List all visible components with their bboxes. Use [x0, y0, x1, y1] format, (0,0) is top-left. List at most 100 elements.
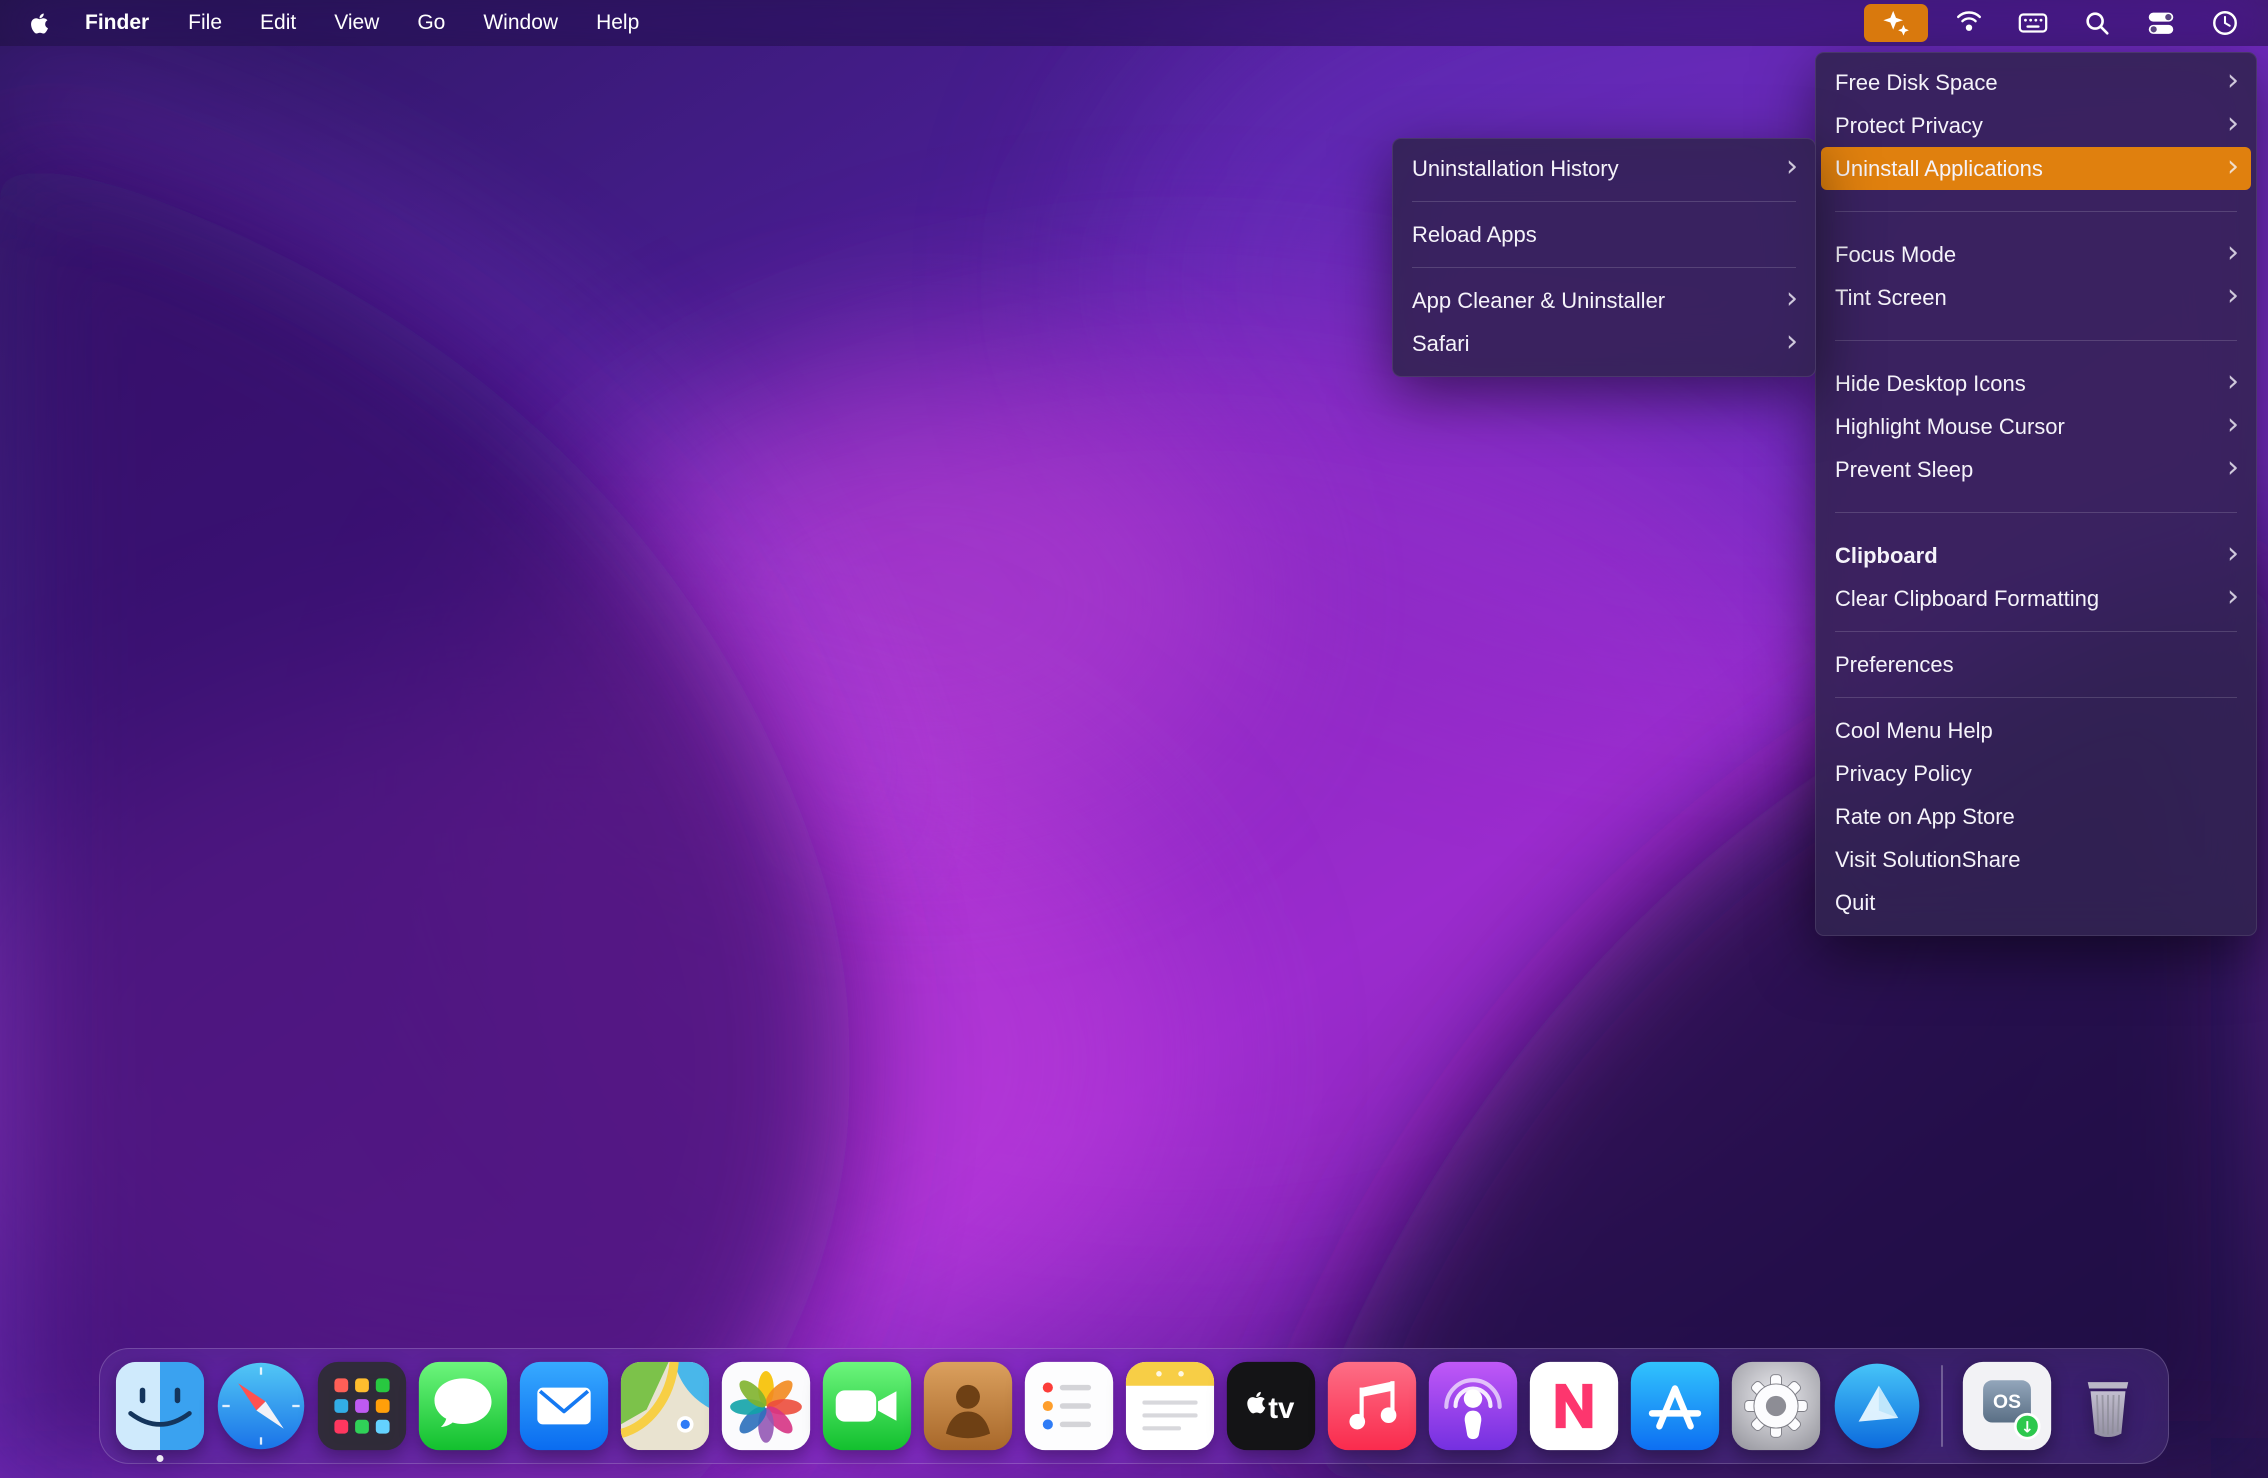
signal-icon[interactable]	[1946, 4, 1992, 42]
dock-item-settings[interactable]	[1730, 1360, 1822, 1452]
menu-item-label: Prevent Sleep	[1835, 457, 2213, 483]
menu-separator	[1835, 211, 2237, 212]
submenu-item-app-cleaner-uninstaller[interactable]: App Cleaner & Uninstaller ›	[1398, 279, 1810, 322]
chevron-right-icon: ›	[2227, 370, 2239, 394]
os-label: OS	[1993, 1392, 2021, 1413]
uninstall-submenu: Uninstallation History › Reload Apps App…	[1392, 138, 1816, 377]
macos-installer-icon: OS ↓	[1961, 1360, 2053, 1452]
magnifier-icon	[2083, 9, 2111, 37]
menu-item-clear-clipboard-formatting[interactable]: Clear Clipboard Formatting ›	[1821, 577, 2251, 620]
menu-item-label: Protect Privacy	[1835, 113, 2213, 139]
menu-bar: Finder File Edit View Go Window Help	[0, 0, 2268, 46]
dock-item-messages[interactable]	[417, 1360, 509, 1452]
podcasts-icon	[1427, 1360, 1519, 1452]
clock-icon[interactable]	[2202, 4, 2248, 42]
keyboard-glyph-icon	[2017, 8, 2049, 38]
dock-item-appstore[interactable]	[1629, 1360, 1721, 1452]
menu-item-free-disk-space[interactable]: Free Disk Space ›	[1821, 61, 2251, 104]
dock-item-reminders[interactable]	[1023, 1360, 1115, 1452]
menu-item-focus-mode[interactable]: Focus Mode ›	[1821, 233, 2251, 276]
reminders-icon	[1023, 1360, 1115, 1452]
control-center-icon[interactable]	[2138, 4, 2184, 42]
menubar-item-window[interactable]: Window	[464, 11, 577, 35]
dock-item-appletv[interactable]: tv	[1225, 1360, 1317, 1452]
keyboard-icon[interactable]	[2010, 4, 2056, 42]
dock-item-app-cleaner[interactable]	[1831, 1360, 1923, 1452]
menu-item-label: Visit SolutionShare	[1835, 847, 2239, 873]
menu-item-privacy-policy[interactable]: Privacy Policy	[1821, 752, 2251, 795]
dock-item-podcasts[interactable]	[1427, 1360, 1519, 1452]
dock-item-music[interactable]	[1326, 1360, 1418, 1452]
submenu-item-safari[interactable]: Safari ›	[1398, 322, 1810, 365]
chevron-right-icon: ›	[2227, 241, 2239, 265]
menu-item-label: Reload Apps	[1412, 222, 1798, 248]
menu-item-uninstall-applications[interactable]: Uninstall Applications ›	[1821, 147, 2251, 190]
app-dropdown-menu: Free Disk Space › Protect Privacy › Unin…	[1815, 52, 2257, 936]
menu-item-highlight-mouse-cursor[interactable]: Highlight Mouse Cursor ›	[1821, 405, 2251, 448]
dock-item-maps[interactable]	[619, 1360, 711, 1452]
menu-item-label: Highlight Mouse Cursor	[1835, 414, 2213, 440]
menu-item-label: Preferences	[1835, 652, 2239, 678]
menu-item-rate-on-app-store[interactable]: Rate on App Store	[1821, 795, 2251, 838]
chevron-right-icon: ›	[2227, 413, 2239, 437]
menu-bar-left: Finder File Edit View Go Window Help	[26, 11, 658, 35]
dock-item-photos[interactable]	[720, 1360, 812, 1452]
dock-item-news[interactable]	[1528, 1360, 1620, 1452]
submenu-item-reload-apps[interactable]: Reload Apps	[1398, 213, 1810, 256]
finder-icon	[114, 1360, 206, 1452]
dock-item-finder[interactable]	[114, 1360, 206, 1452]
search-icon[interactable]	[2074, 4, 2120, 42]
menu-item-tint-screen[interactable]: Tint Screen ›	[1821, 276, 2251, 319]
menu-item-hide-desktop-icons[interactable]: Hide Desktop Icons ›	[1821, 362, 2251, 405]
menu-item-label: App Cleaner & Uninstaller	[1412, 288, 1772, 314]
app-cleaner-menu-icon[interactable]	[1864, 4, 1928, 42]
chevron-right-icon: ›	[1786, 155, 1798, 179]
menu-separator	[1835, 512, 2237, 513]
messages-icon	[417, 1360, 509, 1452]
menu-item-label: Quit	[1835, 890, 2239, 916]
dock-item-launchpad[interactable]	[316, 1360, 408, 1452]
music-icon	[1326, 1360, 1418, 1452]
system-settings-icon	[1730, 1360, 1822, 1452]
clock-face-icon	[2211, 9, 2239, 37]
dock-item-safari[interactable]	[215, 1360, 307, 1452]
menubar-item-help[interactable]: Help	[577, 11, 658, 35]
menu-item-protect-privacy[interactable]: Protect Privacy ›	[1821, 104, 2251, 147]
chevron-right-icon: ›	[2227, 112, 2239, 136]
menu-item-preferences[interactable]: Preferences	[1821, 643, 2251, 686]
apple-menu[interactable]	[26, 12, 65, 35]
dock-item-contacts[interactable]	[922, 1360, 1014, 1452]
dock-item-notes[interactable]	[1124, 1360, 1216, 1452]
menubar-app-name[interactable]: Finder	[65, 11, 169, 35]
dock-item-mail[interactable]	[518, 1360, 610, 1452]
facetime-icon	[821, 1360, 913, 1452]
contacts-icon	[922, 1360, 1014, 1452]
menu-item-cool-menu-help[interactable]: Cool Menu Help	[1821, 709, 2251, 752]
download-arrow-icon: ↓	[2021, 1418, 2034, 1437]
chevron-right-icon: ›	[2227, 456, 2239, 480]
apple-logo-icon	[30, 12, 49, 35]
dock-item-macos-installer[interactable]: OS ↓	[1961, 1360, 2053, 1452]
menubar-item-edit[interactable]: Edit	[241, 11, 315, 35]
menu-bar-status-area	[1864, 4, 2248, 42]
menu-item-label: Clipboard	[1835, 543, 2213, 569]
menu-item-clipboard[interactable]: Clipboard ›	[1821, 534, 2251, 577]
menu-item-visit-solutionshare[interactable]: Visit SolutionShare	[1821, 838, 2251, 881]
dock-item-facetime[interactable]	[821, 1360, 913, 1452]
news-icon	[1528, 1360, 1620, 1452]
menu-item-label: Cool Menu Help	[1835, 718, 2239, 744]
dock-item-trash[interactable]	[2062, 1360, 2154, 1452]
menu-item-quit[interactable]: Quit	[1821, 881, 2251, 924]
menubar-item-go[interactable]: Go	[398, 11, 464, 35]
chevron-right-icon: ›	[2227, 585, 2239, 609]
launchpad-icon	[316, 1360, 408, 1452]
submenu-item-uninstallation-history[interactable]: Uninstallation History ›	[1398, 147, 1810, 190]
menu-item-prevent-sleep[interactable]: Prevent Sleep ›	[1821, 448, 2251, 491]
menubar-item-view[interactable]: View	[315, 11, 398, 35]
menubar-item-file[interactable]: File	[169, 11, 241, 35]
menu-separator	[1835, 340, 2237, 341]
chevron-right-icon: ›	[1786, 287, 1798, 311]
signal-waves-icon	[1954, 8, 1984, 38]
menu-item-label: Focus Mode	[1835, 242, 2213, 268]
chevron-right-icon: ›	[2227, 284, 2239, 308]
